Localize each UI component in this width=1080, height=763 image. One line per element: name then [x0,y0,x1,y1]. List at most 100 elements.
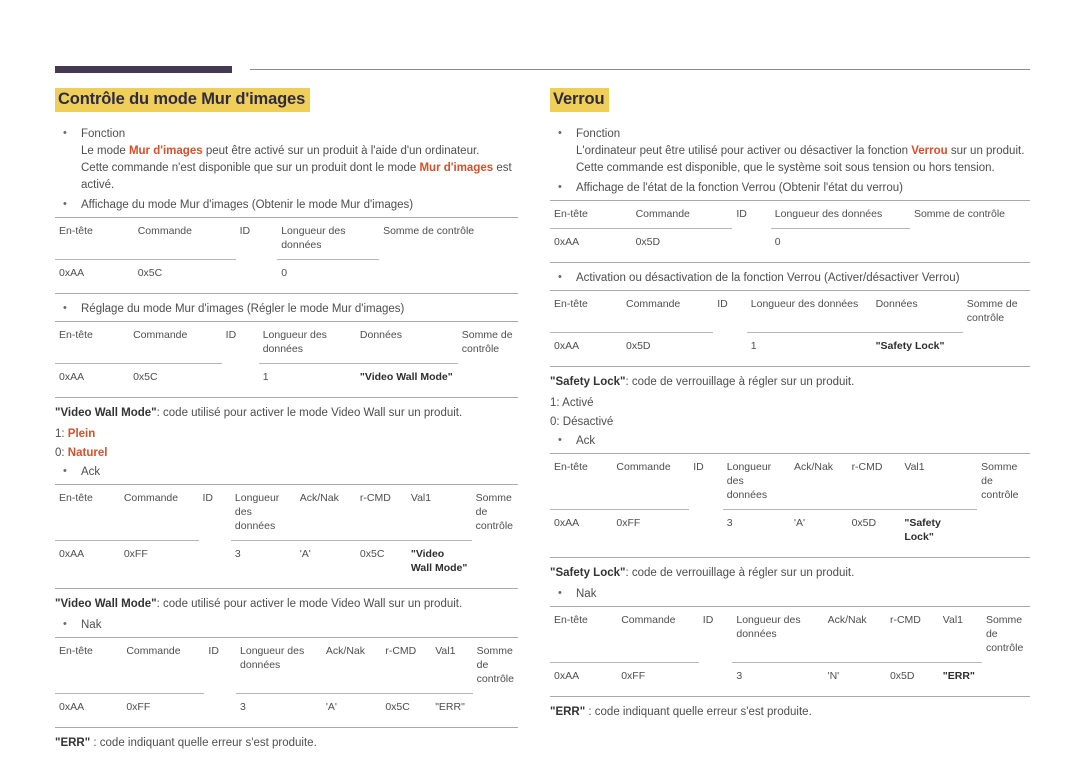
cell-id [236,259,278,287]
fonction-line-2-emphasis: Mur d'images [419,161,494,174]
note-text: : code indiquant quelle erreur s'est pro… [585,705,812,718]
col-header-ack-nak: Ack/Nak [793,460,834,473]
table-header-row: En-tête Commande ID Longueur des données… [55,217,518,259]
cell-donnees-value: "Safety Lock" [875,339,945,352]
col-header-donnees: Données [875,297,918,310]
divider [550,261,1030,263]
cell-val1-value: "Video Wall Mode" [410,547,468,574]
fonction-line-1-emphasis: Verrou [911,144,948,157]
fonction-line-1: L'ordinateur peut être utilisé pour acti… [576,143,1030,160]
cell-longueur: 3 [722,508,790,551]
col-header-r-cmd: r-CMD [385,644,417,657]
cell-ack-nak: 'A' [789,508,848,551]
cell-id [204,693,236,721]
col-header-longueur: Longueur des données [774,207,883,220]
header-accent-bar [55,66,232,73]
left-column: Contrôle du mode Mur d'images Fonction L… [0,88,540,756]
note-term: "ERR" [55,736,91,749]
cell-donnees-value: "Video Wall Mode" [359,370,453,383]
cell-commande: 0x5D [622,331,714,360]
value-desactive: 0: Désactivé [550,415,614,428]
col-header-id: ID [736,207,747,220]
col-header-longueur: Longueur des données [240,644,305,671]
col-header-somme: Somme de contrôle [383,224,475,237]
value-naturel-label: Naturel [67,446,108,459]
divider [55,396,518,398]
col-header-val1: Val1 [435,644,456,657]
col-header-somme: Somme de contrôle [476,644,514,685]
col-header-commande: Commande [616,460,671,473]
cell-somme [963,332,1030,360]
cell-id [699,662,733,690]
note-term: "Safety Lock" [550,566,626,579]
col-header-id: ID [225,328,237,341]
divider [55,587,518,589]
cell-longueur: 1 [746,331,872,360]
bullet-fonction: Fonction L'ordinateur peut être utilisé … [550,125,1030,177]
table-ack-video-wall: En-tête Commande ID Longueur des données… [55,484,518,582]
cell-somme [472,540,518,582]
cell-en-tete: 0xAA [55,362,130,391]
col-header-commande: Commande [123,491,179,504]
cell-commande: 0xFF [122,692,205,721]
bullet-get-lock-state: Affichage de l'état de la fonction Verro… [550,179,1030,197]
table-header-row: En-tête Commande ID Longueur des données… [55,484,518,540]
cell-longueur: 3 [230,539,296,582]
two-column-body: Contrôle du mode Mur d'images Fonction L… [0,88,1080,756]
cell-val1: "Video Wall Mode" [406,539,472,582]
cell-somme [910,228,1030,256]
value-plein-prefix: 1: [55,427,68,440]
table-set-video-wall-mode: En-tête Commande ID Longueur des données… [55,321,518,391]
col-header-longueur: Longueur des données [726,460,772,501]
cell-longueur: 3 [236,692,322,721]
col-header-commande: Commande [133,328,188,341]
fonction-line-1-c: sur un produit. [947,144,1025,157]
note-term: "Safety Lock" [550,375,626,388]
divider [55,726,518,728]
note-err: "ERR" : code indiquant quelle erreur s'e… [55,735,518,752]
fonction-line-1-a: Le mode [81,144,129,157]
cell-val1: "Safety Lock" [900,508,978,551]
col-header-commande: Commande [626,297,681,310]
cell-val1-value: "ERR" [942,669,975,682]
table-nak-lock: En-tête Commande ID Longueur des données… [550,606,1030,690]
col-header-en-tete: En-tête [554,207,588,220]
col-header-ack-nak: Ack/Nak [827,613,867,626]
note-term: "ERR" [550,705,586,718]
cell-val1: "ERR" [938,661,982,690]
table-row: 0xAA 0xFF 3 'A' 0x5C "ERR" [55,692,518,721]
cell-longueur: 1 [258,362,356,391]
table-get-video-wall-mode: En-tête Commande ID Longueur des données… [55,217,518,287]
col-header-somme: Somme de contrôle [985,613,1024,654]
cell-en-tete: 0xAA [55,692,123,721]
cell-commande: 0xFF [119,539,199,582]
note-term: "Video Wall Mode" [55,597,157,610]
cell-commande: 0x5C [129,362,222,391]
table-set-lock: En-tête Commande ID Longueur des données… [550,290,1030,360]
note-err: "ERR" : code indiquant quelle erreur s'e… [550,704,1030,721]
divider [550,556,1030,558]
fonction-line-2: Cette commande est disponible, que le sy… [576,161,995,174]
cell-ack-nak: 'N' [823,661,886,690]
table-header-row: En-tête Commande ID Longueur des données… [550,606,1030,662]
col-header-commande: Commande [621,613,676,626]
bullet-set-lock: Activation ou désactivation de la foncti… [550,269,1030,287]
col-header-somme: Somme de contrôle [475,491,514,532]
cell-commande: 0xFF [617,661,699,690]
fonction-label: Fonction [576,127,621,140]
col-header-en-tete: En-tête [554,460,588,473]
col-header-val1: Val1 [410,491,432,504]
note-video-wall-mode: "Video Wall Mode": code utilisé pour act… [55,405,518,422]
table-row: 0xAA 0xFF 3 'N' 0x5D "ERR" [550,661,1030,690]
note-term: "Video Wall Mode" [55,406,157,419]
note-text: : code indiquant quelle erreur s'est pro… [90,736,317,749]
col-header-id: ID [202,491,214,504]
page-title-video-wall: Contrôle du mode Mur d'images [55,88,311,112]
cell-commande: 0x5D [631,227,733,256]
cell-ack-nak: 'A' [295,539,356,582]
value-naturel: 0: Naturel [55,445,518,462]
col-header-somme: Somme de contrôle [966,297,1018,324]
page-title-verrou: Verrou [550,88,610,112]
cell-en-tete: 0xAA [550,508,613,551]
col-header-longueur: Longueur des données [234,491,280,532]
